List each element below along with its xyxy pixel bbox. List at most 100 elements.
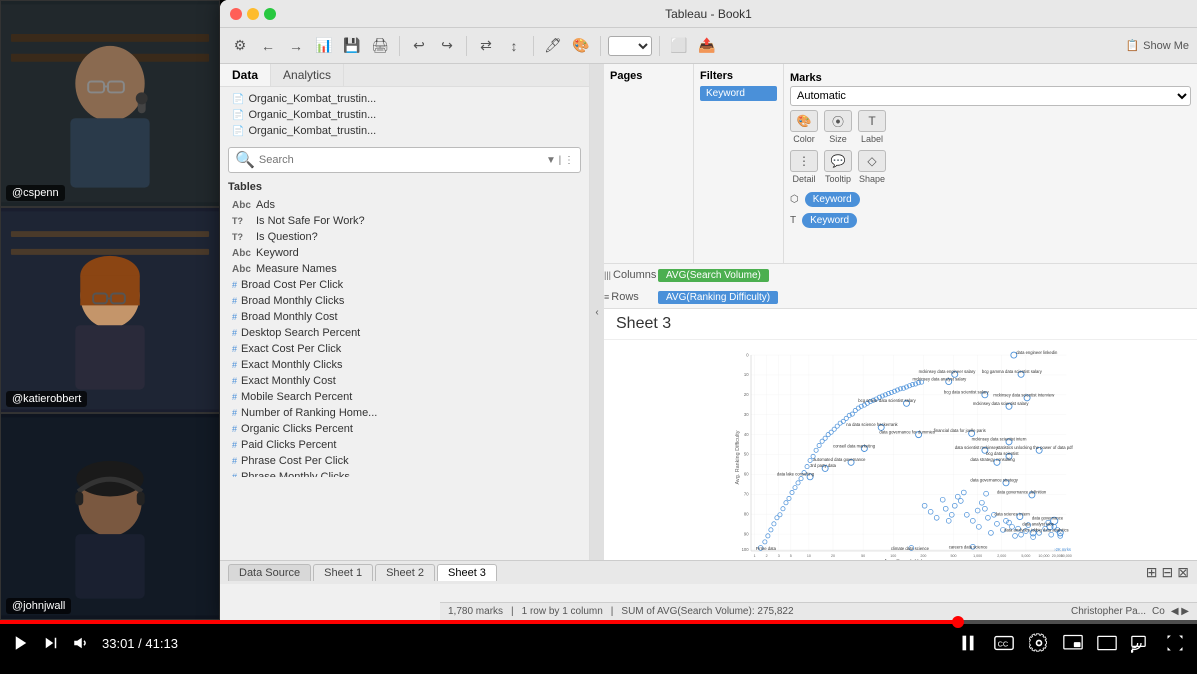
marks-detail-btn[interactable]: ⋮ Detail <box>790 150 818 184</box>
bottom-tabs: Data Source Sheet 1 Sheet 2 Sheet 3 ⊞ ⊟ … <box>220 560 1197 584</box>
tab-sheet3[interactable]: Sheet 3 <box>437 564 497 581</box>
svg-text:data governance for dummies: data governance for dummies <box>879 429 935 434</box>
sidebar-tab-analytics[interactable]: Analytics <box>271 64 344 86</box>
theater-button[interactable] <box>1097 633 1117 653</box>
separator2: | <box>611 606 614 617</box>
tab-sheet2[interactable]: Sheet 2 <box>375 564 435 581</box>
show-me-btn[interactable]: 📋 Show Me <box>1125 39 1189 52</box>
video-controls: 33:01 / 41:13 CC <box>0 620 1197 674</box>
table-keyword[interactable]: Abc Keyword <box>220 245 589 261</box>
settings-button[interactable] <box>1029 633 1049 653</box>
table-question[interactable]: T? Is Question? <box>220 229 589 245</box>
measure-broad-cost[interactable]: # Broad Cost Per Click <box>220 277 589 293</box>
marks-color-btn[interactable]: 🎨 Color <box>790 110 818 144</box>
measure-broad-monthly-cost[interactable]: # Broad Monthly Cost <box>220 309 589 325</box>
file-name-2[interactable]: Organic_Kombat_trustin... <box>248 109 376 121</box>
svg-text:10: 10 <box>807 554 811 558</box>
toolbar-btn-swap[interactable]: ⇄ <box>474 34 498 58</box>
tab-sheet1[interactable]: Sheet 1 <box>313 564 373 581</box>
maximize-button[interactable] <box>264 8 276 20</box>
next-button[interactable] <box>42 634 60 652</box>
print-button[interactable]: 🖨 <box>368 34 392 58</box>
add-sheet-icon[interactable]: ⊞ <box>1146 564 1158 581</box>
columns-pill[interactable]: AVG(Search Volume) <box>658 269 769 282</box>
measure-phrase-clicks[interactable]: # Phrase Monthly Clicks <box>220 469 589 477</box>
file-name-1[interactable]: Organic_Kombat_trustin... <box>248 93 376 105</box>
svg-text:Avg. Ranking Difficulty: Avg. Ranking Difficulty <box>735 430 741 484</box>
svg-text:3rd party data: 3rd party data <box>810 463 837 468</box>
filter-keyword[interactable]: Keyword <box>700 86 777 101</box>
captions-button[interactable]: CC <box>993 632 1015 654</box>
user-label: Christopher Pa... <box>1071 606 1146 617</box>
measure-mobile[interactable]: # Mobile Search Percent <box>220 389 589 405</box>
measure-exact-clicks[interactable]: # Exact Monthly Clicks <box>220 357 589 373</box>
svg-text:big data analytics: big data analytics <box>1036 528 1068 533</box>
toolbar-btn-sort[interactable]: ↕ <box>502 34 526 58</box>
cast-button[interactable] <box>1131 633 1151 653</box>
measure-exact-monthly-cost[interactable]: # Exact Monthly Cost <box>220 373 589 389</box>
search-input[interactable] <box>259 154 542 166</box>
minimize-button[interactable] <box>247 8 259 20</box>
play-button[interactable] <box>12 634 30 652</box>
new-sheet-button[interactable]: 📊 <box>312 34 336 58</box>
toolbar-fit-button[interactable]: ⬜ <box>667 34 691 58</box>
story-icon[interactable]: ⊠ <box>1177 564 1189 581</box>
rows-shelf: ≡ Rows AVG(Ranking Difficulty) <box>604 286 1197 308</box>
toolbar-btn-marks[interactable]: 🖊 <box>541 34 565 58</box>
svg-text:careers data science: careers data science <box>949 545 988 550</box>
tab-data-source[interactable]: Data Source <box>228 564 311 581</box>
view-dropdown[interactable]: Entire View <box>608 36 652 56</box>
keyword-pill-2[interactable]: Keyword <box>802 213 857 228</box>
file-name-3[interactable]: Organic_Kombat_trustin... <box>248 125 376 137</box>
miniplayer-button[interactable] <box>1063 633 1083 653</box>
table-measure-names[interactable]: Abc Measure Names <box>220 261 589 277</box>
measure-broad-clicks[interactable]: # Broad Monthly Clicks <box>220 293 589 309</box>
svg-text:Firme data: Firme data <box>756 546 777 551</box>
close-button[interactable] <box>230 8 242 20</box>
measure-phrase-cpc[interactable]: # Phrase Cost Per Click <box>220 453 589 469</box>
svg-text:20: 20 <box>744 392 749 397</box>
sidebar-tab-data[interactable]: Data <box>220 64 271 86</box>
marks-label-btn[interactable]: T Label <box>858 110 886 144</box>
measure-paid-clicks[interactable]: # Paid Clicks Percent <box>220 437 589 453</box>
measure-desktop[interactable]: # Desktop Search Percent <box>220 325 589 341</box>
collapse-sidebar-button[interactable]: ‹ <box>590 64 604 560</box>
marks-tooltip-btn[interactable]: 💬 Tooltip <box>824 150 852 184</box>
toolbar-btn-color[interactable]: 🎨 <box>569 34 593 58</box>
volume-button[interactable] <box>72 634 90 652</box>
save-button[interactable]: 💾 <box>340 34 364 58</box>
pause-indicator[interactable] <box>957 632 979 654</box>
redo-button[interactable]: ↪ <box>435 34 459 58</box>
keyword-pill-1[interactable]: Keyword <box>805 192 860 207</box>
measure-label-10: Organic Clicks Percent <box>241 423 353 435</box>
rows-pill[interactable]: AVG(Ranking Difficulty) <box>658 291 778 304</box>
back-button[interactable]: ← <box>256 34 280 58</box>
measure-label-1: Broad Cost Per Click <box>241 279 343 291</box>
dashboard-icon[interactable]: ⊟ <box>1162 564 1174 581</box>
row-col: 1 row by 1 column <box>522 606 603 617</box>
forward-button[interactable]: → <box>284 34 308 58</box>
webcam-john: @johnjwall <box>0 413 220 620</box>
marks-shape-btn[interactable]: ◇ Shape <box>858 150 886 184</box>
webcam-katie: @katierobbert <box>0 207 220 414</box>
current-time: 33:01 <box>102 636 135 651</box>
svg-text:50,000: 50,000 <box>1061 554 1072 558</box>
fullscreen-button[interactable] <box>1165 633 1185 653</box>
svg-text:data engineer linkedin: data engineer linkedin <box>1016 350 1058 355</box>
panels-row: Pages Filters Keyword Marks Automatic <box>604 64 1197 264</box>
table-nsfw[interactable]: T? Is Not Safe For Work? <box>220 213 589 229</box>
svg-text:500: 500 <box>951 554 957 558</box>
measure-ranking-home[interactable]: # Number of Ranking Home... <box>220 405 589 421</box>
marks-type-select[interactable]: Automatic <box>790 86 1191 106</box>
traffic-lights[interactable] <box>230 8 276 20</box>
toolbar-btn-1[interactable]: ⚙ <box>228 34 252 58</box>
undo-button[interactable]: ↩ <box>407 34 431 58</box>
table-ads[interactable]: Abc Ads <box>220 197 589 213</box>
marks-size-btn[interactable]: ⦿ Size <box>824 110 852 144</box>
measure-exact-cpc[interactable]: # Exact Cost Per Click <box>220 341 589 357</box>
marks-header: Marks <box>790 70 1191 86</box>
progress-bar-container[interactable] <box>0 620 1197 624</box>
measure-organic-clicks[interactable]: # Organic Clicks Percent <box>220 421 589 437</box>
measures-list: # Broad Cost Per Click # Broad Monthly C… <box>220 277 589 477</box>
toolbar-share[interactable]: 📤 <box>695 34 719 58</box>
